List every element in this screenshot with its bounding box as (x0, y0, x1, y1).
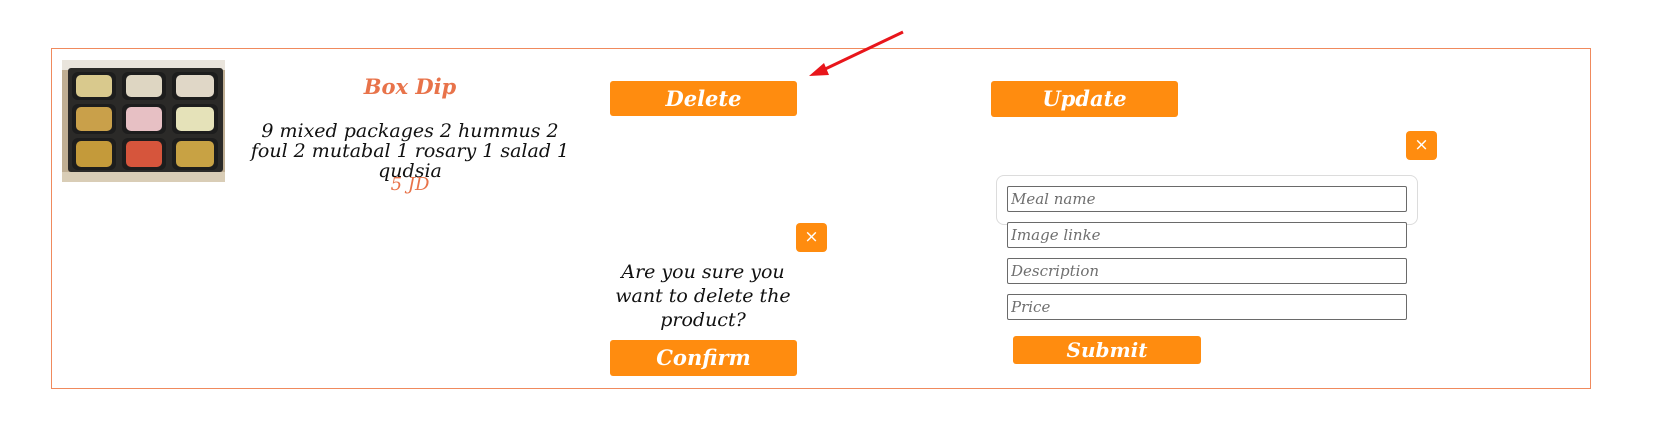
product-name: Box Dip (363, 74, 457, 99)
close-update-form-icon[interactable]: × (1406, 131, 1437, 160)
food-tray-illustration (62, 60, 225, 182)
image-link-input[interactable] (1007, 222, 1407, 248)
description-input[interactable] (1007, 258, 1407, 284)
delete-button[interactable]: Delete (610, 81, 797, 116)
product-image (62, 60, 225, 182)
meal-name-input[interactable] (1007, 186, 1407, 212)
product-description: 9 mixed packages 2 hummus 2 foul 2 mutab… (250, 120, 570, 182)
submit-button[interactable]: Submit (1013, 336, 1201, 364)
close-delete-dialog-icon[interactable]: × (796, 223, 827, 252)
delete-confirm-message: Are you sure you want to delete the prod… (615, 261, 791, 331)
product-price: 5 JD (390, 174, 430, 195)
confirm-button[interactable]: Confirm (610, 340, 797, 376)
update-button[interactable]: Update (991, 81, 1178, 117)
page: Box Dip 9 mixed packages 2 hummus 2 foul… (0, 0, 1653, 446)
price-input[interactable] (1007, 294, 1407, 320)
